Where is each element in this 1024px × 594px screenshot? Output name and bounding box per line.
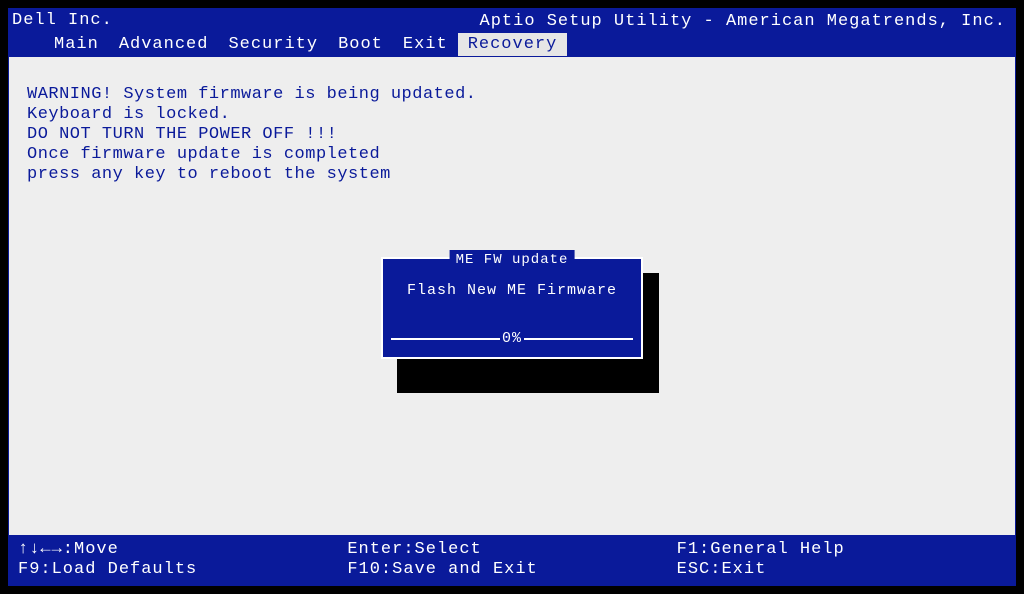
hint-esc-exit: ESC:Exit <box>677 560 1006 580</box>
tab-main[interactable]: Main <box>44 33 109 56</box>
warning-line-5: press any key to reboot the system <box>27 165 997 185</box>
firmware-dialog: ME FW update Flash New ME Firmware 0% <box>381 257 643 359</box>
dialog-wrapper: ME FW update Flash New ME Firmware 0% <box>381 257 643 359</box>
warning-text: WARNING! System firmware is being update… <box>27 85 997 185</box>
header: Dell Inc. Aptio Setup Utility - American… <box>8 8 1016 56</box>
hint-save-exit: F10:Save and Exit <box>347 560 676 580</box>
hint-help: F1:General Help <box>677 540 1006 560</box>
footer-col-2: Enter:Select F10:Save and Exit <box>347 540 676 580</box>
tab-recovery[interactable]: Recovery <box>458 33 568 56</box>
warning-line-3: DO NOT TURN THE POWER OFF !!! <box>27 125 997 145</box>
menubar: Aptio Setup Utility - American Megatrend… <box>8 32 1016 56</box>
tabs: Main Advanced Security Boot Exit Recover… <box>8 33 567 56</box>
tab-security[interactable]: Security <box>218 33 328 56</box>
progress-bar: 0% <box>391 321 633 339</box>
progress-line-left <box>391 338 500 340</box>
tab-boot[interactable]: Boot <box>328 33 393 56</box>
hint-select: Enter:Select <box>347 540 676 560</box>
hint-load-defaults: F9:Load Defaults <box>18 560 347 580</box>
warning-line-1: WARNING! System firmware is being update… <box>27 85 997 105</box>
footer-col-1: ↑↓←→:Move F9:Load Defaults <box>18 540 347 580</box>
progress-percent: 0% <box>500 329 524 349</box>
hint-move: ↑↓←→:Move <box>18 540 347 560</box>
tab-advanced[interactable]: Advanced <box>109 33 219 56</box>
warning-line-2: Keyboard is locked. <box>27 105 997 125</box>
utility-title: Aptio Setup Utility - American Megatrend… <box>480 12 1006 31</box>
bios-screen: Dell Inc. Aptio Setup Utility - American… <box>8 8 1016 586</box>
footer-col-3: F1:General Help ESC:Exit <box>677 540 1006 580</box>
dialog-title: ME FW update <box>450 250 575 270</box>
content-area: WARNING! System firmware is being update… <box>8 56 1016 536</box>
progress-line-right <box>524 338 633 340</box>
warning-line-4: Once firmware update is completed <box>27 145 997 165</box>
footer: ↑↓←→:Move F9:Load Defaults Enter:Select … <box>8 536 1016 586</box>
dialog-body: Flash New ME Firmware <box>391 281 633 301</box>
tab-exit[interactable]: Exit <box>393 33 458 56</box>
